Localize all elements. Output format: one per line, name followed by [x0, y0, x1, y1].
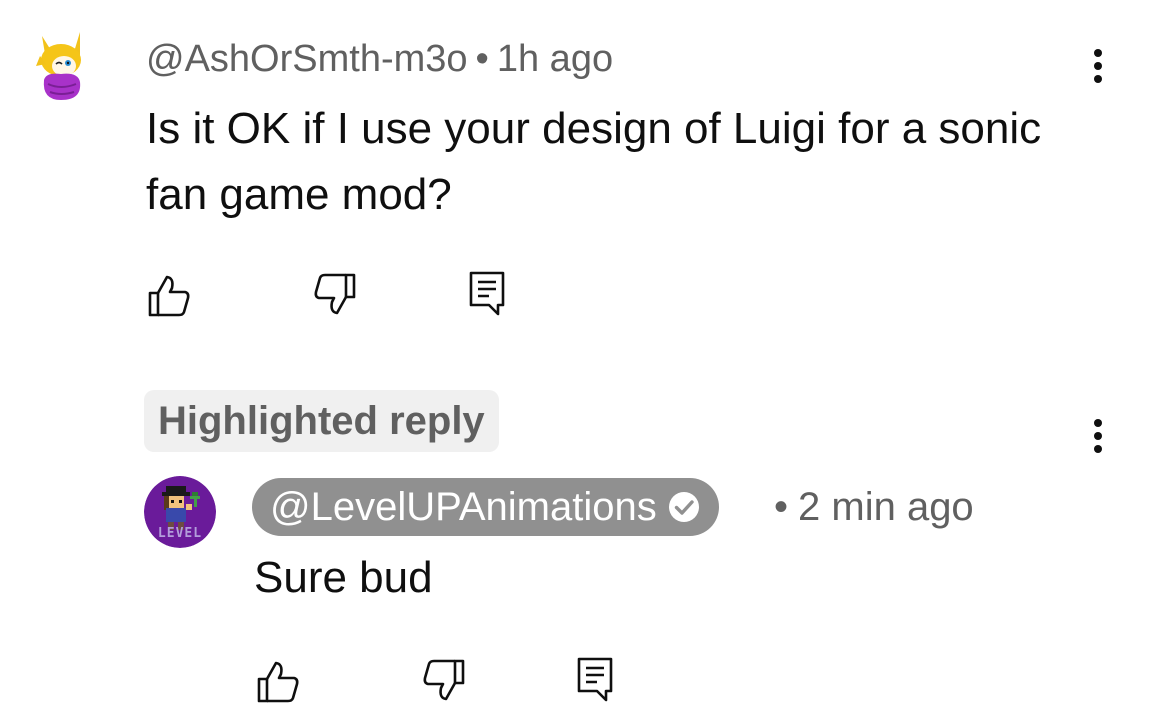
comment-more-button[interactable]	[1080, 44, 1116, 88]
avatar-label: LEVEL	[157, 526, 203, 541]
dislike-button[interactable]	[420, 656, 470, 706]
meta-separator: •	[475, 38, 489, 80]
reply-button[interactable]	[462, 268, 512, 318]
comment-text: Is it OK if I use your design of Luigi f…	[146, 104, 1042, 219]
reply-author: @LevelUPAnimations	[270, 484, 657, 529]
like-button[interactable]	[252, 656, 302, 706]
reply-button[interactable]	[570, 654, 620, 704]
reply-icon	[469, 271, 505, 316]
more-vertical-icon	[1094, 419, 1102, 453]
reply-text: Sure bud	[254, 553, 433, 602]
more-vertical-icon	[1094, 49, 1102, 83]
reply-author-chip[interactable]: @LevelUPAnimations	[252, 478, 719, 536]
comment-time[interactable]: 1h ago	[497, 38, 613, 80]
highlighted-reply-label: Highlighted reply	[144, 390, 499, 452]
verified-check-icon	[668, 492, 699, 522]
comment-meta: @AshOrSmth-m3o • 1h ago	[146, 36, 613, 82]
reply-meta: • 2 min ago	[774, 484, 974, 530]
reply-time[interactable]: 2 min ago	[798, 485, 974, 529]
dislike-icon	[423, 659, 465, 701]
meta-separator: •	[774, 485, 789, 529]
dislike-icon	[314, 273, 356, 315]
reply-more-button[interactable]	[1080, 414, 1116, 458]
reply-author-avatar[interactable]: LEVEL	[144, 476, 216, 548]
commenter-avatar[interactable]	[34, 30, 88, 104]
like-icon	[148, 275, 190, 317]
like-button[interactable]	[143, 270, 193, 320]
comment-author[interactable]: @AshOrSmth-m3o	[146, 38, 468, 80]
like-icon	[257, 661, 299, 703]
dislike-button[interactable]	[311, 270, 361, 320]
reply-icon	[577, 657, 613, 702]
fox-character-avatar-icon	[36, 32, 81, 100]
